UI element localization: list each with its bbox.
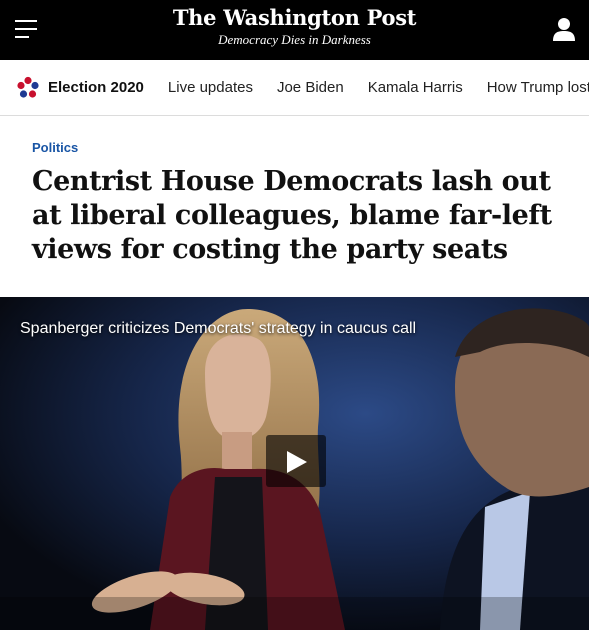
article-headline: Centrist House Democrats lash out at lib…: [32, 166, 552, 265]
section-kicker[interactable]: Politics: [32, 140, 559, 155]
site-header: The Washington Post Democracy Dies in Da…: [0, 0, 589, 60]
play-button[interactable]: [266, 435, 326, 487]
article-header: Politics Centrist House Democrats lash o…: [0, 116, 589, 267]
video-player[interactable]: Spanberger criticizes Democrats' strateg…: [0, 297, 589, 630]
nav-link-joe-biden[interactable]: Joe Biden: [277, 79, 344, 96]
site-logo[interactable]: The Washington Post: [0, 5, 589, 31]
election-2020-link[interactable]: Election 2020: [48, 79, 144, 96]
election-star-logo-icon[interactable]: [16, 76, 40, 100]
site-tagline: Democracy Dies in Darkness: [218, 32, 371, 47]
video-caption: Spanberger criticizes Democrats' strateg…: [20, 320, 417, 337]
nav-link-how-trump-lost[interactable]: How Trump lost: [487, 79, 589, 96]
nav-link-kamala-harris[interactable]: Kamala Harris: [368, 79, 463, 96]
masthead[interactable]: The Washington Post Democracy Dies in Da…: [0, 5, 589, 48]
play-icon: [287, 451, 307, 473]
nav-link-live-updates[interactable]: Live updates: [168, 79, 253, 96]
section-nav: Election 2020 Live updates Joe Biden Kam…: [0, 60, 589, 116]
user-account-icon[interactable]: [553, 17, 575, 41]
